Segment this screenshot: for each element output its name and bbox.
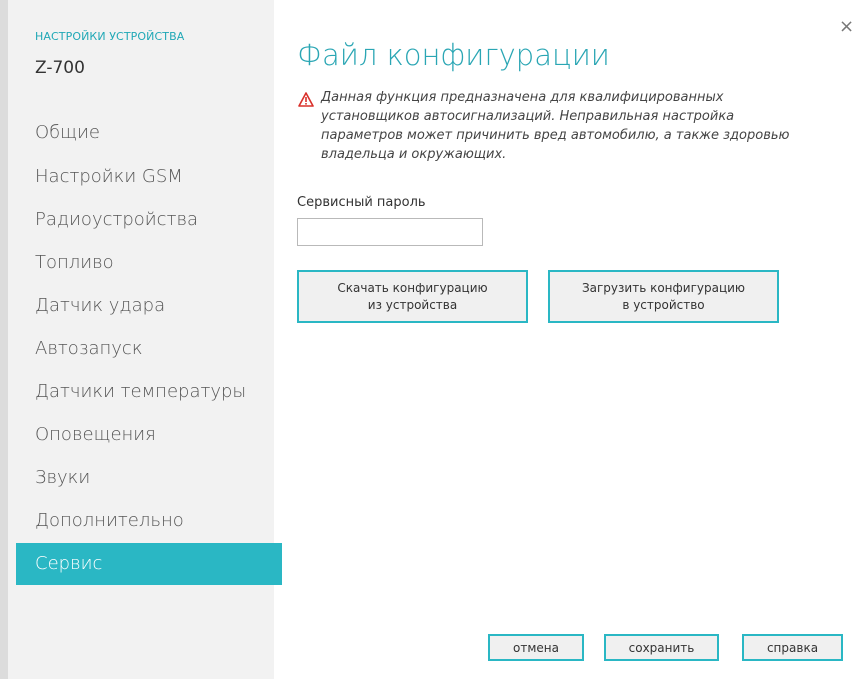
sidebar-item-notifications[interactable]: Оповещения	[16, 414, 282, 456]
help-button[interactable]: справка	[742, 634, 843, 661]
device-name: Z-700	[35, 58, 85, 78]
sidebar-item-autostart[interactable]: Автозапуск	[16, 328, 282, 370]
sidebar-item-fuel[interactable]: Топливо	[16, 242, 282, 284]
service-password-input[interactable]	[297, 218, 483, 246]
sidebar-item-gsm[interactable]: Настройки GSM	[16, 156, 282, 198]
sidebar-item-general[interactable]: Общие	[16, 112, 282, 154]
sidebar-item-additional[interactable]: Дополнительно	[16, 500, 282, 542]
sidebar-item-radio-devices[interactable]: Радиоустройства	[16, 199, 282, 241]
sidebar: НАСТРОЙКИ УСТРОЙСТВА Z-700 Общие Настрой…	[0, 0, 282, 679]
sidebar-caption: НАСТРОЙКИ УСТРОЙСТВА	[35, 30, 185, 43]
close-icon[interactable]: ×	[839, 18, 854, 36]
sidebar-item-sounds[interactable]: Звуки	[16, 457, 282, 499]
cancel-button[interactable]: отмена	[488, 634, 584, 661]
save-button[interactable]: сохранить	[604, 634, 719, 661]
warning-triangle-icon	[298, 92, 314, 107]
sidebar-item-temperature-sensors[interactable]: Датчики температуры	[16, 371, 282, 413]
sidebar-item-shock-sensor[interactable]: Датчик удара	[16, 285, 282, 327]
service-password-label: Сервисный пароль	[297, 195, 426, 210]
sidebar-item-service[interactable]: Сервис	[16, 543, 282, 585]
page-title: Файл конфигурации	[297, 38, 610, 72]
download-config-button[interactable]: Скачать конфигурацию из устройства	[297, 270, 528, 323]
upload-config-button[interactable]: Загрузить конфигурацию в устройство	[548, 270, 779, 323]
warning-message: Данная функция предназначена для квалифи…	[321, 90, 790, 162]
